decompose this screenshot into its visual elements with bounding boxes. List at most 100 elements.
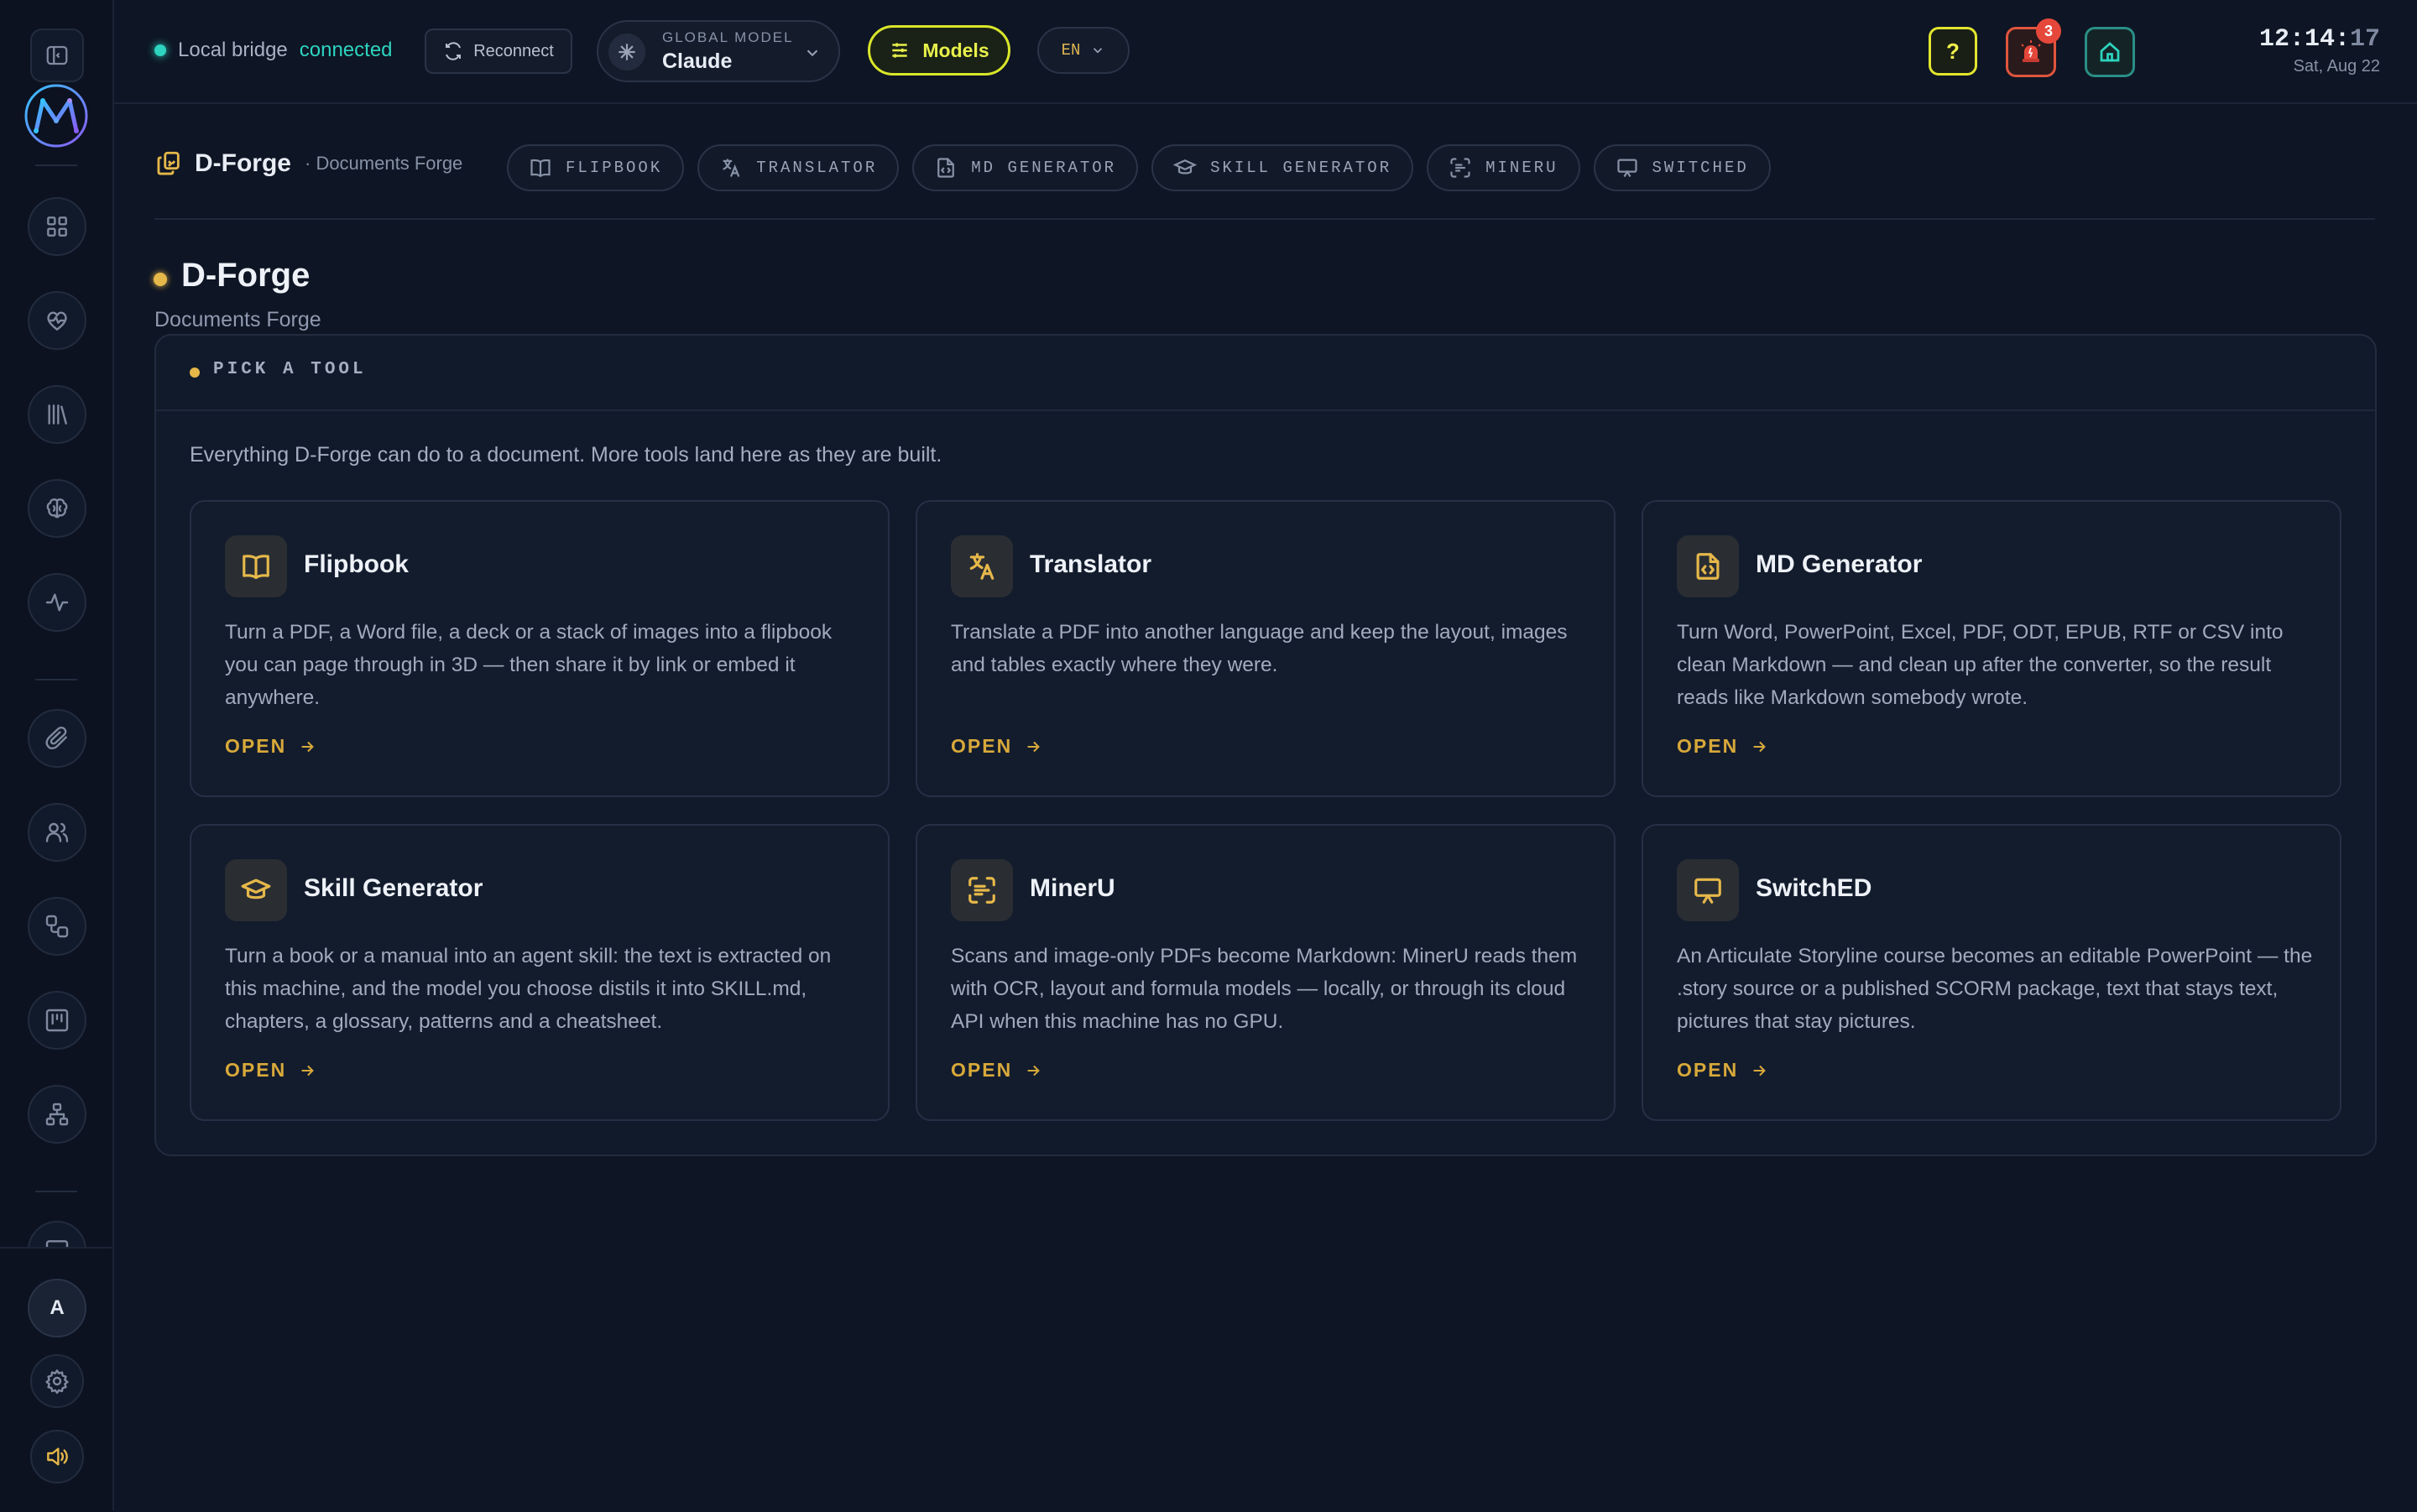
book-icon [243,555,269,580]
book-icon [530,159,551,178]
sidebar-item-activity[interactable] [28,573,86,632]
card-icon-box [951,535,1013,597]
scan-text-icon [1450,158,1470,178]
open-flipbook-link[interactable]: OPEN [225,735,316,758]
open-label: OPEN [951,1059,1013,1081]
sidebar-item-workflow[interactable] [28,897,86,956]
tab-label: TRANSLATOR [756,159,878,177]
tab-translator[interactable]: TRANSLATOR [697,144,900,191]
tool-card-mineru[interactable]: MinerU Scans and image-only PDFs become … [916,824,1616,1121]
file-code-icon [937,158,955,178]
users-icon [45,822,69,842]
chevron-down-icon [807,50,818,57]
tool-card-flipbook[interactable]: Flipbook Turn a PDF, a Word file, a deck… [190,500,890,797]
card-title: MD Generator [1756,550,1923,578]
chevron-down-icon [1094,48,1103,54]
tool-card-translator[interactable]: Translator Translate a PDF into another … [916,500,1616,797]
breadcrumb-name: D-Forge [195,149,291,177]
tab-skill-generator[interactable]: SKILL GENERATOR [1151,144,1414,191]
tool-card-switched[interactable]: SwitchED An Articulate Storyline course … [1642,824,2341,1121]
status-label: Local bridge [178,39,288,61]
panel-header: PICK A TOOL [156,336,2375,411]
tool-tabs: FLIPBOOK TRANSLATOR MD GENERATOR SKILL G… [507,144,1771,191]
sitemap-icon [45,1103,69,1126]
open-skill-generator-link[interactable]: OPEN [225,1059,316,1082]
volume-icon [47,1447,68,1466]
tab-label: FLIPBOOK [566,159,663,177]
sidebar-item-dashboard[interactable] [28,197,86,256]
tab-mineru[interactable]: MINERU [1427,144,1580,191]
tab-label: SKILL GENERATOR [1210,159,1392,177]
workflow-icon [45,915,69,938]
open-mineru-link[interactable]: OPEN [951,1059,1042,1082]
arrow-right-icon [1753,1065,1767,1076]
panel-toggle-button[interactable] [30,29,84,82]
presentation-icon [1694,878,1721,904]
sidebar-item-kanban[interactable] [28,991,86,1050]
tool-card-skill-generator[interactable]: Skill Generator Turn a book or a manual … [190,824,890,1121]
models-button[interactable]: Models [868,25,1010,76]
sidebar-divider [35,1191,77,1192]
reconnect-label: Reconnect [473,41,554,60]
app-logo[interactable] [21,81,91,151]
card-title: Skill Generator [304,874,483,902]
status-state: connected [299,39,393,61]
sidebar-item-brain[interactable] [28,479,86,538]
siren-icon [2021,40,2041,62]
tab-label: MINERU [1485,159,1558,177]
sidebar-item-users[interactable] [28,803,86,862]
breadcrumb: D-Forge · Documents Forge [154,149,462,178]
sidebar-divider [35,164,77,166]
avatar[interactable]: A [28,1279,86,1337]
clock: 12:14:17 Sat, Aug 22 [2259,25,2380,76]
panel-heading: PICK A TOOL [213,360,367,379]
card-icon-box [1677,859,1739,921]
tool-card-md-generator[interactable]: MD Generator Turn Word, PowerPoint, Exce… [1642,500,2341,797]
sidebar-divider [35,679,77,680]
arrow-right-icon [1027,1065,1041,1076]
global-model-select[interactable]: GLOBAL MODEL Claude [597,20,840,82]
sparkle-icon [619,44,635,60]
status-dot-icon [154,44,166,56]
help-button[interactable]: ? [1929,27,1977,76]
arrow-right-icon [301,1065,315,1076]
translate-icon [723,159,740,177]
graduation-cap-icon [241,879,271,899]
sound-button[interactable] [30,1430,84,1483]
reconnect-button[interactable]: Reconnect [425,29,572,74]
open-label: OPEN [225,1059,287,1081]
sidebar-item-library[interactable] [28,385,86,444]
tab-flipbook[interactable]: FLIPBOOK [507,144,685,191]
sidebar-item-sitemap[interactable] [28,1085,86,1144]
graduation-cap-icon [1173,159,1198,175]
settings-button[interactable] [30,1354,84,1408]
card-description: Turn Word, PowerPoint, Excel, PDF, ODT, … [1677,621,2284,709]
sliders-icon [892,43,908,58]
panel-toggle-icon [46,45,68,65]
paperclip-icon [45,726,67,750]
home-button[interactable] [2085,27,2135,77]
card-description: Turn a PDF, a Word file, a deck or a sta… [225,621,833,709]
tab-md-generator[interactable]: MD GENERATOR [912,144,1139,191]
presentation-icon [1616,159,1637,178]
sidebar-item-attachments[interactable] [28,709,86,768]
clock-time: 12:14:17 [2259,25,2380,54]
models-label: Models [922,39,989,61]
language-select[interactable]: EN [1037,27,1130,74]
open-translator-link[interactable]: OPEN [951,735,1042,758]
open-switched-link[interactable]: OPEN [1677,1059,1768,1082]
sidebar-item-health[interactable] [28,291,86,350]
card-icon-box [951,859,1013,921]
heart-pulse-icon [47,311,67,331]
page-title: D-Forge [181,257,311,294]
tab-switched[interactable]: SWITCHED [1593,144,1771,191]
open-md-generator-link[interactable]: OPEN [1677,735,1768,758]
page-subtitle: Documents Forge [154,308,321,331]
file-code-icon [1696,553,1720,580]
card-title: Translator [1030,550,1152,578]
arrow-right-icon [301,741,315,752]
language-value: EN [1061,41,1081,60]
clock-date: Sat, Aug 22 [2293,57,2380,76]
arrow-right-icon [1753,741,1767,752]
global-model-label: GLOBAL MODEL [662,29,794,45]
